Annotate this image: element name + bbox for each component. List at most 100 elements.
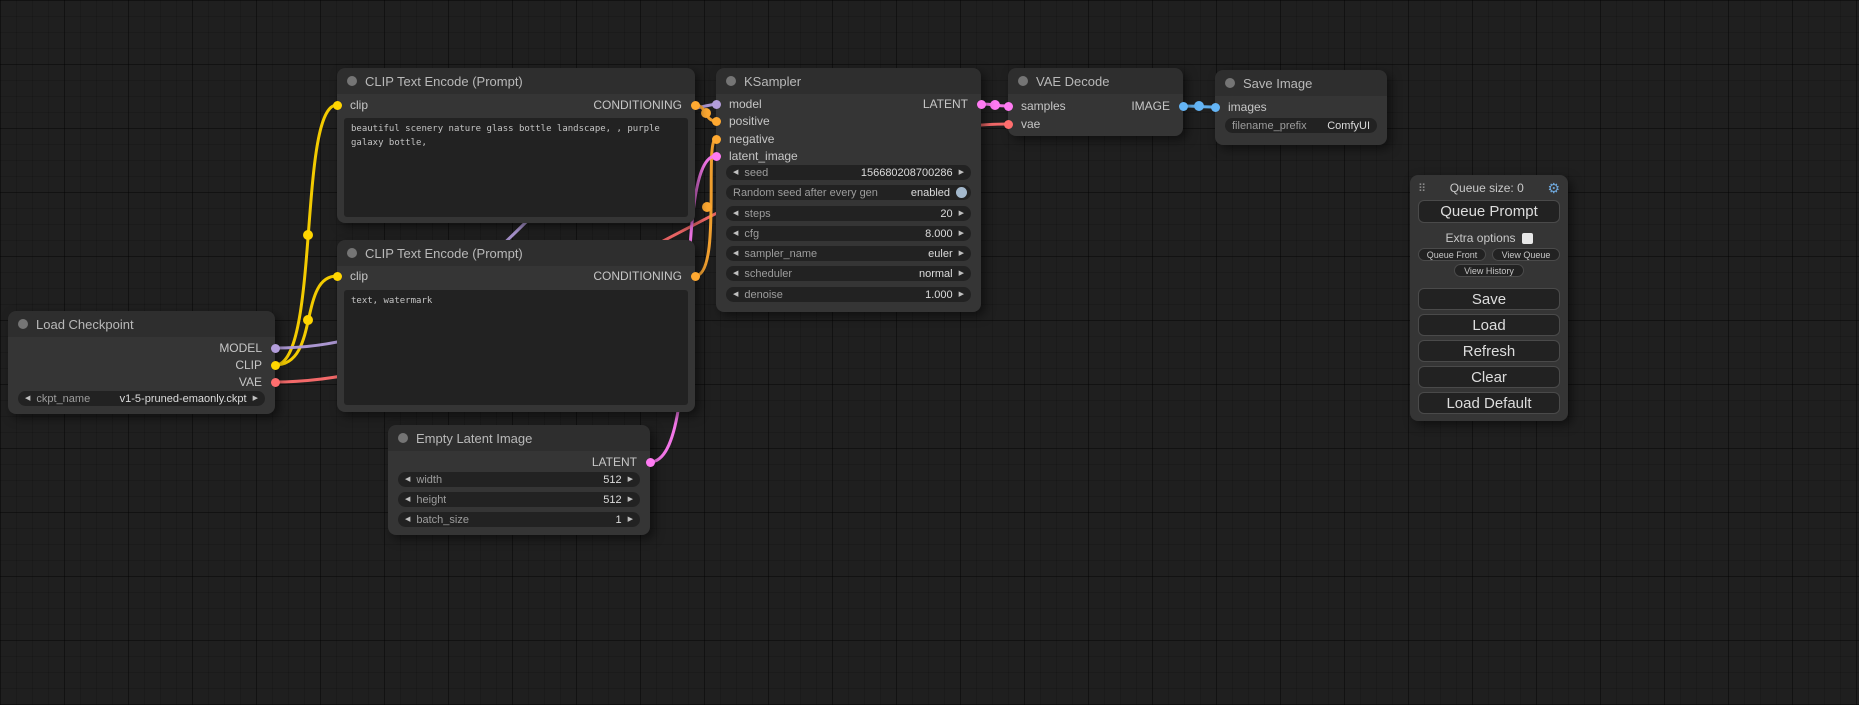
widget-value[interactable]: 20 [940,208,952,220]
decrement-arrow-icon[interactable]: ◀ [405,476,410,483]
conditioning-output-port-icon[interactable] [691,272,700,281]
increment-arrow-icon[interactable]: ▶ [253,395,258,402]
load-button[interactable]: Load [1418,314,1560,336]
decrement-arrow-icon[interactable]: ◀ [405,496,410,503]
save-button[interactable]: Save [1418,288,1560,310]
link-midpoint-dot[interactable] [702,202,712,212]
conditioning-output-port-icon[interactable] [691,101,700,110]
link-midpoint-dot[interactable] [701,108,711,118]
node-save-image[interactable]: Save Image images filename_prefix ComfyU… [1215,70,1387,145]
node-clip-text-encode-negative[interactable]: CLIP Text Encode (Prompt) clip CONDITION… [337,240,695,412]
positive-input-port-icon[interactable] [712,117,721,126]
view-queue-button[interactable]: View Queue [1492,248,1560,261]
node-title-bar[interactable]: VAE Decode [1008,68,1183,94]
toggle-indicator-icon[interactable] [956,187,967,198]
widget-value[interactable]: 512 [603,474,621,486]
port-label: MODEL [219,341,262,355]
decrement-arrow-icon[interactable]: ◀ [405,516,410,523]
node-title-bar[interactable]: CLIP Text Encode (Prompt) [337,68,695,94]
node-vae-decode[interactable]: VAE Decode samples IMAGE vae [1008,68,1183,136]
node-empty-latent-image[interactable]: Empty Latent Image LATENT ◀ width 512 ▶ … [388,425,650,535]
increment-arrow-icon[interactable]: ▶ [628,516,633,523]
node-ksampler[interactable]: KSampler model LATENT positive negative … [716,68,981,312]
widget-label: seed [744,167,768,179]
widget-value[interactable]: enabled [911,187,950,199]
image-output-port-icon[interactable] [1179,102,1188,111]
drag-handle-icon[interactable]: ⠿ [1418,182,1426,195]
queue-prompt-button[interactable]: Queue Prompt [1418,200,1560,223]
increment-arrow-icon[interactable]: ▶ [628,476,633,483]
widget-value[interactable]: 8.000 [925,228,953,240]
random-seed-toggle-widget[interactable]: Random seed after every gen enabled [726,185,971,200]
node-title-bar[interactable]: CLIP Text Encode (Prompt) [337,240,695,266]
decrement-arrow-icon[interactable]: ◀ [733,230,738,237]
extra-options-checkbox[interactable] [1522,233,1533,244]
decrement-arrow-icon[interactable]: ◀ [733,291,738,298]
widget-label: ckpt_name [36,393,90,405]
latent-output-port-icon[interactable] [977,100,986,109]
width-widget[interactable]: ◀ width 512 ▶ [398,472,640,487]
widget-value[interactable]: normal [919,268,953,280]
node-title-bar[interactable]: KSampler [716,68,981,94]
increment-arrow-icon[interactable]: ▶ [959,210,964,217]
node-graph-canvas[interactable]: Load Checkpoint MODEL CLIP VAE ◀ ckpt_na… [0,0,1859,705]
increment-arrow-icon[interactable]: ▶ [959,250,964,257]
widget-value[interactable]: 156680208700286 [861,167,953,179]
widget-value[interactable]: ComfyUI [1327,120,1370,132]
node-title-label: VAE Decode [1036,74,1109,89]
cfg-widget[interactable]: ◀ cfg 8.000 ▶ [726,226,971,241]
decrement-arrow-icon[interactable]: ◀ [733,169,738,176]
batch-size-widget[interactable]: ◀ batch_size 1 ▶ [398,512,640,527]
widget-value[interactable]: v1-5-pruned-emaonly.ckpt [120,393,247,405]
scheduler-widget[interactable]: ◀ scheduler normal ▶ [726,266,971,281]
load-default-button[interactable]: Load Default [1418,392,1560,414]
view-history-button[interactable]: View History [1454,264,1524,277]
link-midpoint-dot[interactable] [1194,101,1204,111]
node-title-bar[interactable]: Save Image [1215,70,1387,96]
refresh-button[interactable]: Refresh [1418,340,1560,362]
filename-prefix-widget[interactable]: filename_prefix ComfyUI [1225,118,1377,133]
node-title-bar[interactable]: Load Checkpoint [8,311,275,337]
decrement-arrow-icon[interactable]: ◀ [733,210,738,217]
clear-button[interactable]: Clear [1418,366,1560,388]
increment-arrow-icon[interactable]: ▶ [959,230,964,237]
vae-input-port-icon[interactable] [1004,120,1013,129]
increment-arrow-icon[interactable]: ▶ [959,291,964,298]
latent-image-input-port-icon[interactable] [712,152,721,161]
prompt-text-input[interactable]: text, watermark [344,290,688,405]
prompt-text-input[interactable]: beautiful scenery nature glass bottle la… [344,118,688,217]
increment-arrow-icon[interactable]: ▶ [959,169,964,176]
decrement-arrow-icon[interactable]: ◀ [733,250,738,257]
node-load-checkpoint[interactable]: Load Checkpoint MODEL CLIP VAE ◀ ckpt_na… [8,311,275,414]
sampler-name-widget[interactable]: ◀ sampler_name euler ▶ [726,246,971,261]
increment-arrow-icon[interactable]: ▶ [959,270,964,277]
images-input-port-icon[interactable] [1211,103,1220,112]
widget-value[interactable]: 512 [603,494,621,506]
widget-value[interactable]: 1 [615,514,621,526]
widget-value[interactable]: 1.000 [925,289,953,301]
increment-arrow-icon[interactable]: ▶ [628,496,633,503]
model-output-port-icon[interactable] [271,344,280,353]
denoise-widget[interactable]: ◀ denoise 1.000 ▶ [726,287,971,302]
clip-output-port-icon[interactable] [271,361,280,370]
link-midpoint-dot[interactable] [990,100,1000,110]
decrement-arrow-icon[interactable]: ◀ [733,270,738,277]
steps-widget[interactable]: ◀ steps 20 ▶ [726,206,971,221]
settings-gear-icon[interactable]: ⚙ [1547,180,1560,197]
node-clip-text-encode-positive[interactable]: CLIP Text Encode (Prompt) clip CONDITION… [337,68,695,223]
vae-output-port-icon[interactable] [271,378,280,387]
port-label: vae [1021,117,1040,131]
link-midpoint-dot[interactable] [303,315,313,325]
ckpt-name-widget[interactable]: ◀ ckpt_name v1-5-pruned-emaonly.ckpt ▶ [18,391,265,406]
negative-input-port-icon[interactable] [712,135,721,144]
decrement-arrow-icon[interactable]: ◀ [25,395,30,402]
seed-widget[interactable]: ◀ seed 156680208700286 ▶ [726,165,971,180]
output-row-conditioning: CONDITIONING [337,268,695,284]
node-title-label: Load Checkpoint [36,317,134,332]
queue-front-button[interactable]: Queue Front [1418,248,1486,261]
node-title-bar[interactable]: Empty Latent Image [388,425,650,451]
link-midpoint-dot[interactable] [303,230,313,240]
height-widget[interactable]: ◀ height 512 ▶ [398,492,640,507]
widget-value[interactable]: euler [928,248,952,260]
latent-output-port-icon[interactable] [646,458,655,467]
